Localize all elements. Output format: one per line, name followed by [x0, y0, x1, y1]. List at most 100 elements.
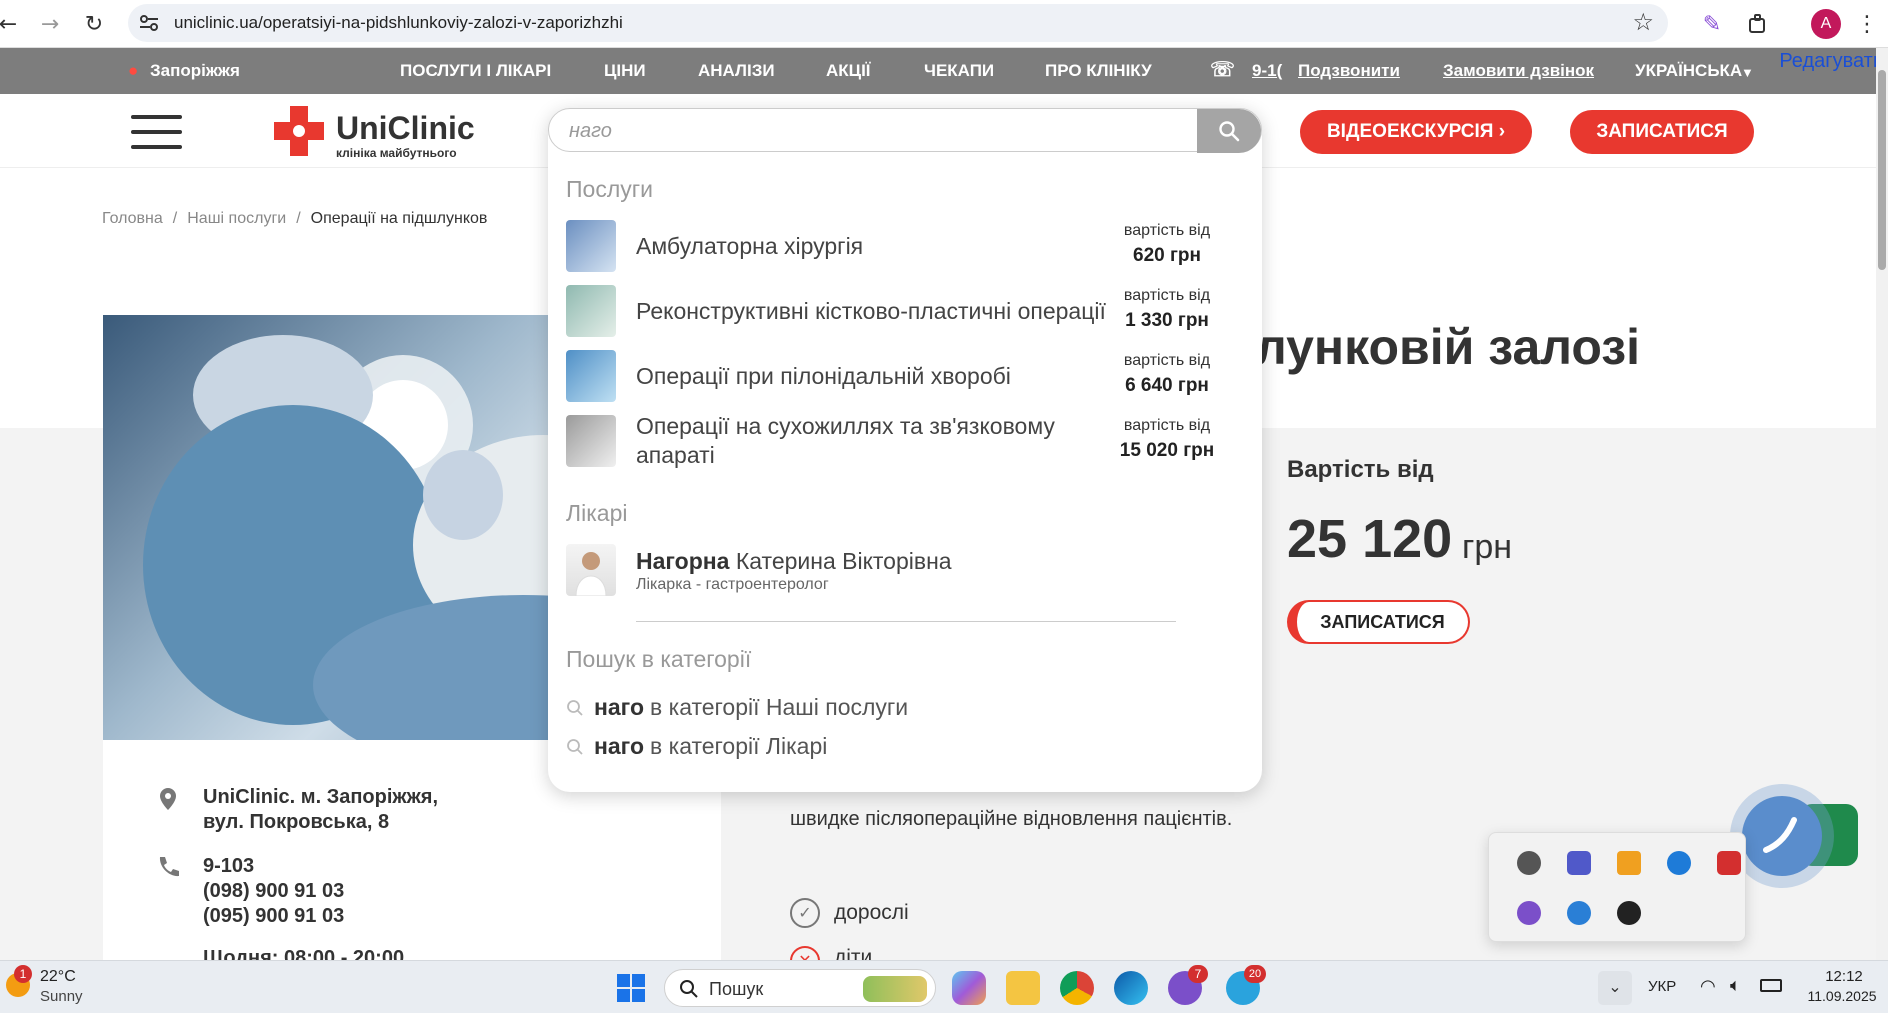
taskbar-search-label: Пошук [709, 979, 764, 999]
service-thumbnail [566, 285, 616, 337]
working-hours: Щодня: 08:00 - 20:00 [203, 947, 405, 960]
extensions-icon[interactable] [1740, 6, 1776, 42]
telegram-badge: 20 [1244, 965, 1266, 983]
bookmark-star-icon[interactable]: ☆ [1632, 8, 1654, 36]
phone-number-1[interactable]: (098) 900 91 03 [203, 879, 344, 904]
search-icon [1219, 121, 1240, 142]
order-call-link[interactable]: Замовити дзвінок [1443, 61, 1594, 81]
site-logo[interactable]: UniClinic клініка майбутнього [270, 102, 490, 162]
address-line-1: UniClinic. м. Запоріжжя, [203, 786, 438, 808]
doctor-result[interactable]: Нагорна Катерина Вікторівна Лікарка - га… [566, 544, 1238, 600]
video-tour-button[interactable]: ВІДЕОЕКСКУРСІЯ › [1300, 110, 1532, 154]
service-description: швидке післяопераційне відновлення паціє… [790, 808, 1233, 830]
input-language[interactable]: УКР [1648, 978, 1676, 995]
service-result-1[interactable]: Амбулаторна хірургія вартість від 620 гр… [566, 218, 1238, 274]
forward-icon[interactable]: → [32, 6, 68, 42]
phone-short-number[interactable]: 9-103 [203, 854, 254, 879]
phone-handset-icon [159, 857, 179, 877]
category-query: наго [594, 733, 645, 759]
search-icon [567, 738, 583, 755]
tray-app-icon[interactable] [1567, 901, 1591, 925]
breadcrumb-services[interactable]: Наші послуги [187, 210, 286, 227]
volume-icon[interactable]: 🔈︎ [1730, 975, 1741, 996]
service-result-4[interactable]: Операції на сухожиллях та зв'язковому ап… [566, 413, 1238, 469]
language-selector[interactable]: УКРАЇНСЬКА [1635, 61, 1742, 81]
book-header-button[interactable]: ЗАПИСАТИСЯ [1570, 110, 1754, 154]
price-from-label: вартість від [1123, 222, 1211, 239]
category-search-services[interactable]: наго в категорії Наші послуги [566, 694, 908, 721]
profile-avatar[interactable]: A [1811, 9, 1841, 39]
phone-number-2[interactable]: (095) 900 91 03 [203, 904, 344, 929]
logo-tagline: клініка майбутнього [336, 146, 457, 160]
clock-time[interactable]: 12:12 [1808, 968, 1880, 985]
windows-taskbar: 1 22°C Sunny Пошук 7 20 ⌄ УКР ◠ 🔈︎ 12:12… [0, 960, 1888, 1013]
service-price: 6 640 грн [1125, 375, 1209, 396]
nav-promotions[interactable]: АКЦІЇ [826, 61, 870, 81]
phone-short[interactable]: 9-1( [1252, 61, 1282, 81]
nav-checkups[interactable]: ЧЕКАПИ [924, 61, 994, 81]
search-icon [680, 980, 698, 998]
service-thumbnail [566, 220, 616, 272]
service-result-2[interactable]: Реконструктивні кістково-пластичні опера… [566, 283, 1238, 339]
search-field[interactable] [548, 108, 1262, 153]
services-section-title: Послуги [566, 176, 653, 202]
logo-cross-icon [274, 106, 324, 156]
phone-icon: ☏ [1210, 59, 1236, 81]
tray-chevron-up-icon[interactable]: ⌄ [1598, 971, 1632, 1005]
book-button[interactable]: ЗАПИСАТИСЯ [1287, 600, 1470, 644]
category-search-doctors[interactable]: наго в категорії Лікарі [566, 733, 827, 760]
nav-prices[interactable]: ЦІНИ [604, 61, 646, 81]
service-name: Реконструктивні кістково-пластичні опера… [636, 297, 1106, 324]
service-thumbnail [566, 415, 616, 467]
camera-icon[interactable] [1717, 851, 1741, 875]
pen-icon[interactable]: ✎ [1694, 6, 1730, 42]
search-button[interactable] [1197, 109, 1261, 153]
price-from-label: вартість від [1123, 417, 1211, 434]
tray-app-icon[interactable] [1517, 851, 1541, 875]
tray-app-icon[interactable] [1617, 901, 1641, 925]
file-explorer-icon[interactable] [1006, 971, 1040, 1005]
call-link[interactable]: Подзвонити [1298, 61, 1400, 81]
audience-children: ✕ діти [790, 946, 872, 960]
back-icon[interactable]: ← [0, 6, 26, 42]
results-divider [636, 621, 1176, 622]
viber-icon[interactable] [1517, 901, 1541, 925]
page-scrollbar[interactable] [1876, 48, 1888, 960]
service-name: Амбулаторна хірургія [636, 232, 864, 259]
weather-temp[interactable]: 22°C [40, 968, 76, 986]
clock-date[interactable]: 11.09.2025 [1800, 988, 1884, 1004]
nav-analyses[interactable]: АНАЛІЗИ [698, 61, 775, 81]
nav-about[interactable]: ПРО КЛІНІКУ [1045, 61, 1152, 81]
breadcrumb-home[interactable]: Головна [102, 210, 163, 227]
defender-icon[interactable] [1667, 851, 1691, 875]
category-label: в категорії Лікарі [650, 733, 828, 759]
doctor-surname: Нагорна [636, 548, 730, 574]
reload-icon[interactable]: ↻ [76, 6, 112, 42]
page-title: лунковій залозі [1255, 319, 1641, 375]
top-nav-bar: ● Запоріжжя ПОСЛУГИ І ЛІКАРІ ЦІНИ АНАЛІЗ… [0, 48, 1888, 94]
cross-icon: ✕ [790, 946, 820, 960]
search-input[interactable] [569, 116, 1129, 146]
taskbar-search[interactable]: Пошук [664, 969, 936, 1007]
chrome-icon[interactable] [1060, 971, 1094, 1005]
menu-dots-icon[interactable]: ⋮ [1852, 6, 1882, 42]
tray-app-icon[interactable] [1617, 851, 1641, 875]
edit-link[interactable]: Редагувати [1779, 50, 1884, 73]
wifi-icon[interactable]: ◠ [1700, 976, 1716, 997]
edge-icon[interactable] [1114, 971, 1148, 1005]
search-highlight-image [863, 976, 927, 1002]
teams-icon[interactable] [1567, 851, 1591, 875]
city-selector[interactable]: Запоріжжя [150, 61, 240, 81]
battery-icon[interactable] [1760, 979, 1782, 992]
copilot-icon[interactable] [952, 971, 986, 1005]
service-name: Операції на сухожиллях та зв'язковому ап… [636, 413, 1055, 468]
nav-services-doctors[interactable]: ПОСЛУГИ І ЛІКАРІ [400, 61, 551, 81]
hamburger-menu-icon[interactable] [131, 115, 182, 151]
service-result-3[interactable]: Операції при пілонідальній хворобі варті… [566, 348, 1238, 404]
address-bar[interactable]: uniclinic.ua/operatsiyi-na-pidshlunkoviy… [128, 4, 1668, 42]
breadcrumb: Головна / Наші послуги / Операції на підшлун… [102, 210, 488, 227]
site-settings-icon[interactable] [138, 12, 160, 34]
viber-badge: 7 [1188, 965, 1208, 983]
audience-children-label: діти [834, 946, 873, 960]
start-button[interactable] [614, 971, 648, 1005]
